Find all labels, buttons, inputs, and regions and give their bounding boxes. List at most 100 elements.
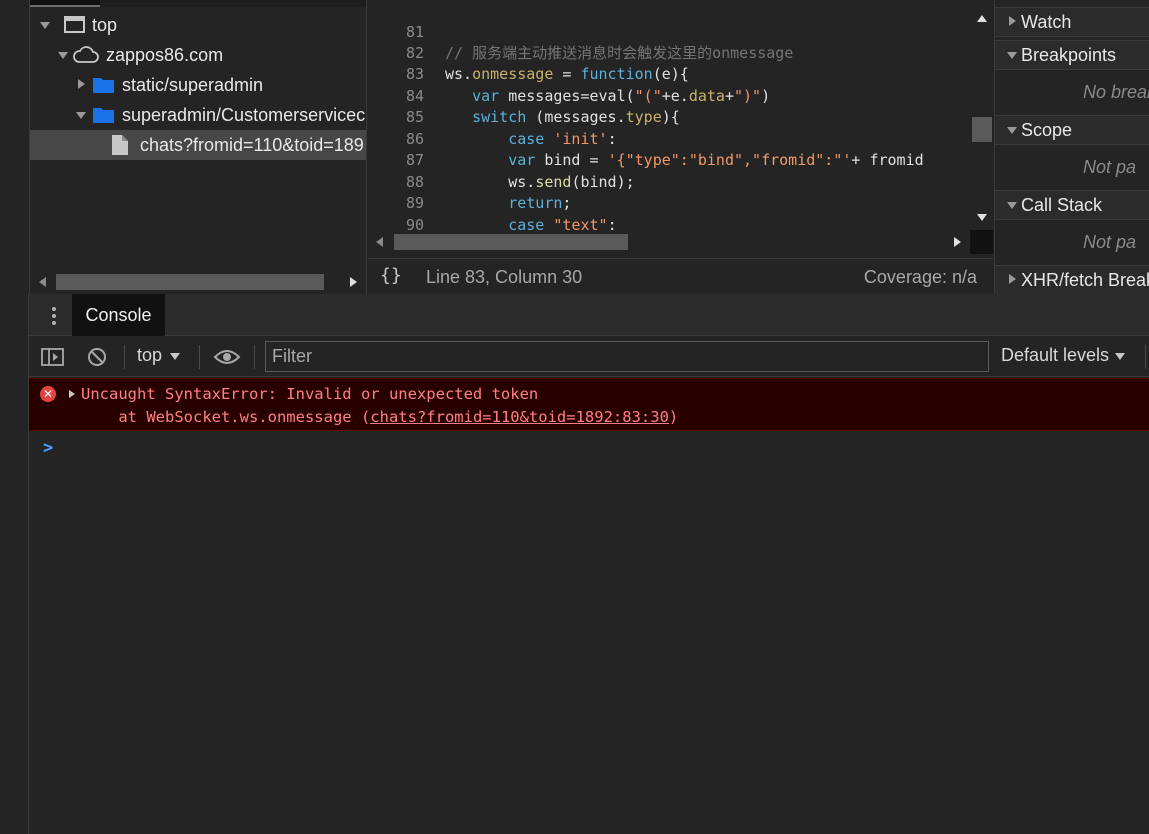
pane-empty-message: Not pa <box>1083 232 1137 252</box>
scroll-right-arrow-icon[interactable] <box>350 277 357 287</box>
pane-title: Scope <box>1021 119 1073 140</box>
chevron-down-icon[interactable] <box>36 16 54 34</box>
chevron-right-icon[interactable] <box>1003 13 1019 31</box>
navigator-tabstrip <box>30 0 366 7</box>
toolbar-divider <box>199 345 200 369</box>
sources-panel: top zappos86.com static/superadmin super… <box>0 0 1149 294</box>
expand-arrow-icon[interactable] <box>69 390 75 398</box>
code-line[interactable]: 86 var bind = '{"type":"bind","fromid":"… <box>368 107 968 170</box>
scrollbar-thumb[interactable] <box>972 117 992 142</box>
log-levels-selector[interactable]: Default levels <box>1001 345 1126 366</box>
tree-item-label: chats?fromid=110&toid=189 <box>140 134 364 155</box>
pane-xhr-breakpoints[interactable]: XHR/fetch Break <box>995 265 1149 294</box>
chevron-right-icon[interactable] <box>72 76 90 94</box>
tab-console[interactable]: Console <box>72 294 165 336</box>
scroll-left-arrow-icon[interactable] <box>39 277 46 287</box>
code-line[interactable]: 83 var messages=eval("("+e.data+")") <box>368 43 968 105</box>
console-output[interactable]: ✕ Uncaught SyntaxError: Invalid or unexp… <box>29 378 1149 834</box>
console-drawer: Console top Default levels ✕ <box>0 294 1149 834</box>
live-expression-eye-icon[interactable] <box>213 347 241 367</box>
toolbar-divider <box>254 345 255 369</box>
stack-suffix: ) <box>668 408 679 426</box>
pane-empty-message: No breal <box>1083 82 1149 102</box>
source-link[interactable]: chats?fromid=110&toid=1892:83:30 <box>370 408 669 426</box>
code-line[interactable]: 88 return; <box>368 150 968 213</box>
console-error-message[interactable]: ✕ Uncaught SyntaxError: Invalid or unexp… <box>29 378 1149 431</box>
drawer-tabbar: Console <box>29 294 1149 336</box>
chevron-down-icon <box>170 352 181 360</box>
navigator-active-tab[interactable] <box>30 0 100 7</box>
code-line[interactable]: 82 ws.onmessage = function(e){ <box>368 21 968 84</box>
scroll-right-arrow-icon[interactable] <box>954 237 961 247</box>
chevron-down-icon[interactable] <box>1003 121 1019 139</box>
context-selector[interactable]: top <box>137 345 181 366</box>
tree-item-label: static/superadmin <box>122 74 264 95</box>
cloud-icon <box>73 46 99 63</box>
tree-item-label: zappos86.com <box>106 44 224 65</box>
pane-title: Breakpoints <box>1021 44 1117 65</box>
file-navigator: top zappos86.com static/superadmin super… <box>29 0 367 294</box>
clear-console-icon[interactable] <box>87 347 107 367</box>
editor-status-bar: {} Line 83, Column 30 Coverage: n/a <box>368 258 993 294</box>
left-gutter <box>0 294 29 834</box>
frame-icon <box>64 16 85 33</box>
scroll-left-arrow-icon[interactable] <box>376 237 383 247</box>
code-line[interactable]: 85 case 'init': <box>368 86 968 148</box>
navigator-horizontal-scrollbar[interactable] <box>30 270 366 294</box>
chevron-down-icon[interactable] <box>54 46 72 64</box>
stack-prefix: at WebSocket.ws.onmessage ( <box>81 408 371 426</box>
cursor-position: Line 83, Column 30 <box>426 267 583 287</box>
chevron-down-icon[interactable] <box>72 106 90 124</box>
filter-input[interactable] <box>265 341 989 372</box>
code-editor[interactable]: 81 // 服务端主动推送消息时会触发这里的onmessage 82 ws.on… <box>368 0 993 294</box>
more-tools-menu-icon[interactable] <box>49 306 59 326</box>
pane-watch[interactable]: Watch <box>995 7 1149 37</box>
file-icon <box>112 135 128 155</box>
scroll-up-arrow-icon[interactable] <box>977 15 987 22</box>
pane-title: Watch <box>1021 11 1072 32</box>
folder-icon <box>93 108 114 123</box>
code-line[interactable]: 87 ws.send(bind); <box>368 129 968 191</box>
chevron-down-icon[interactable] <box>1003 196 1019 214</box>
code-line[interactable]: 90 var datas =`<li> <box>368 193 968 231</box>
tree-item-top[interactable]: top <box>30 10 366 40</box>
chevron-down-icon[interactable] <box>1003 46 1019 64</box>
code-line[interactable]: 89 case "text": <box>368 172 968 230</box>
tree-item-domain[interactable]: zappos86.com <box>30 40 366 70</box>
sidebar-toggle-icon[interactable] <box>41 347 65 367</box>
tree-item-folder-superadmin[interactable]: superadmin/Customerservicech <box>30 100 367 130</box>
scrollbar-corner <box>970 230 993 254</box>
pretty-print-button[interactable]: {} <box>380 265 402 286</box>
toolbar-divider <box>124 345 125 369</box>
pane-empty-message: Not pa <box>1083 157 1137 177</box>
pane-title: Call Stack <box>1021 194 1103 215</box>
code-line[interactable]: 81 // 服务端主动推送消息时会触发这里的onmessage <box>368 0 968 63</box>
log-levels-label: Default levels <box>1001 345 1110 365</box>
tree-item-folder-static[interactable]: static/superadmin <box>30 70 366 100</box>
code-line[interactable]: 84 switch (messages.type){ <box>368 64 968 127</box>
code-area[interactable]: 81 // 服务端主动推送消息时会触发这里的onmessage 82 ws.on… <box>368 0 968 231</box>
console-prompt-icon[interactable]: > <box>43 438 53 458</box>
tree-item-label: superadmin/Customerservicech <box>122 104 367 125</box>
context-selector-label: top <box>137 345 163 365</box>
scrollbar-thumb[interactable] <box>56 274 324 290</box>
code-line[interactable]: 91 <div class="nesHead"><img src="/st <box>368 215 968 231</box>
coverage-status: Coverage: n/a <box>863 267 977 287</box>
scrollbar-thumb[interactable] <box>394 234 628 250</box>
console-toolbar: top Default levels <box>29 337 1149 377</box>
folder-icon <box>93 78 114 93</box>
error-stack-line: at WebSocket.ws.onmessage (chats?fromid=… <box>81 408 678 426</box>
pane-scope[interactable]: Scope <box>995 115 1149 145</box>
tree-item-label: top <box>92 14 118 35</box>
tree-item-file-chats[interactable]: chats?fromid=110&toid=189 <box>30 130 366 160</box>
debugger-sidebar: Watch Breakpoints No breal Scope Not pa … <box>994 0 1149 294</box>
scroll-down-arrow-icon[interactable] <box>977 214 987 221</box>
editor-horizontal-scrollbar[interactable] <box>368 230 968 254</box>
pane-breakpoints[interactable]: Breakpoints <box>995 40 1149 70</box>
chevron-right-icon[interactable] <box>1003 271 1019 289</box>
pane-call-stack[interactable]: Call Stack <box>995 190 1149 220</box>
toolbar-divider <box>1145 345 1146 369</box>
error-text: Uncaught SyntaxError: Invalid or unexpec… <box>81 385 539 403</box>
editor-vertical-scrollbar[interactable] <box>970 7 993 230</box>
error-icon: ✕ <box>40 386 56 402</box>
